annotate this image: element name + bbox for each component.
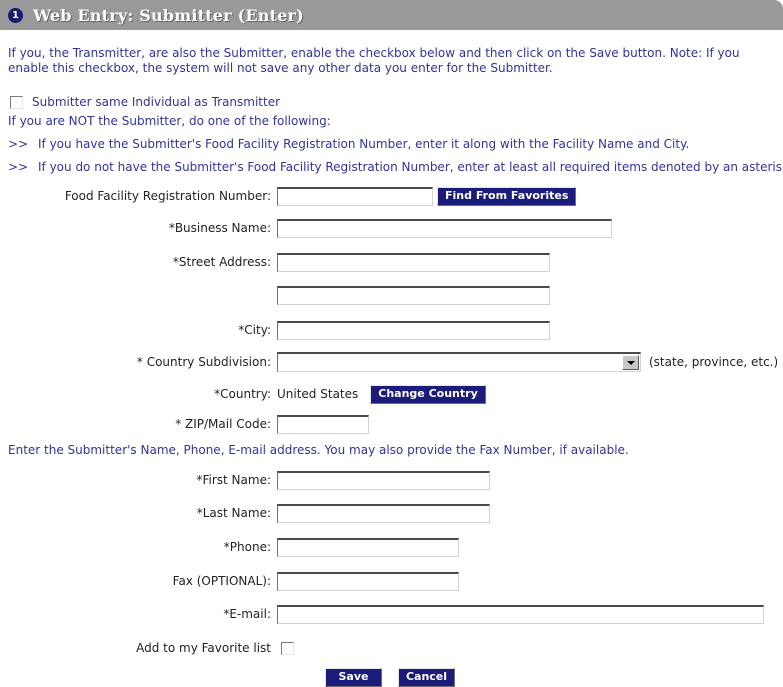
fax-input[interactable] — [277, 571, 459, 591]
name-section-instruction: Enter the Submitter's Name, Phone, E-mai… — [8, 443, 629, 457]
instruction-bullet-2: >> If you do not have the Submitter's Foo… — [8, 160, 783, 174]
first-name-input[interactable] — [277, 470, 490, 490]
last-name-label: *Last Name: — [196, 506, 271, 520]
last-name-row: *Last Name: — [0, 503, 490, 523]
email-label: *E-mail: — [223, 607, 271, 621]
phone-label: *Phone: — [223, 540, 271, 554]
email-input[interactable] — [277, 604, 764, 624]
cancel-button[interactable]: Cancel — [398, 668, 455, 687]
intro-paragraph: If you, the Transmitter, are also the Su… — [8, 46, 740, 75]
country-subdivision-label: * Country Subdivision: — [136, 355, 271, 369]
country-row: *Country: United States Change Country — [0, 384, 486, 404]
zip-mail-code-row: * ZIP/Mail Code: — [0, 414, 369, 434]
form-actions: Save Cancel — [325, 668, 455, 687]
not-submitter-line: If you are NOT the Submitter, do one of … — [8, 114, 331, 128]
zip-mail-code-label: * ZIP/Mail Code: — [175, 417, 271, 431]
street-address-2-row — [0, 285, 550, 305]
phone-row: *Phone: — [0, 537, 459, 557]
bullet-marker-icon: >> — [8, 160, 29, 174]
street-address-2-input[interactable] — [277, 285, 550, 305]
instruction-bullet-1-text: If you have the Submitter's Food Facilit… — [38, 137, 690, 151]
street-address-1-input[interactable] — [277, 252, 550, 272]
step-number-badge: 1 — [8, 7, 23, 23]
city-input[interactable] — [277, 320, 550, 340]
save-button[interactable]: Save — [325, 668, 382, 687]
street-address-1-row: *Street Address: — [0, 252, 550, 272]
registration-number-label: Food Facility Registration Number: — [64, 189, 271, 203]
first-name-label: *First Name: — [196, 473, 271, 487]
email-row: *E-mail: — [0, 604, 764, 624]
page-header-bar: 1 Web Entry: Submitter (Enter) — [0, 0, 783, 30]
submitter-same-as-transmitter-label: Submitter same Individual as Transmitter — [32, 95, 281, 109]
country-subdivision-row: * Country Subdivision: (state, province,… — [0, 352, 778, 372]
page-title: Web Entry: Submitter (Enter) — [33, 5, 304, 25]
last-name-input[interactable] — [277, 503, 490, 523]
first-name-row: *First Name: — [0, 470, 490, 490]
chevron-down-icon[interactable] — [622, 355, 639, 370]
add-to-favorites-row[interactable]: Add to my Favorite list — [0, 638, 294, 658]
country-subdivision-selected-value — [278, 354, 622, 371]
zip-mail-code-input[interactable] — [277, 414, 369, 434]
fax-label: Fax (OPTIONAL): — [172, 574, 271, 588]
change-country-button[interactable]: Change Country — [370, 384, 486, 404]
business-name-row: *Business Name: — [0, 218, 612, 238]
city-row: *City: — [0, 320, 550, 340]
instruction-bullet-1: >> If you have the Submitter's Food Facil… — [8, 137, 689, 151]
submitter-same-as-transmitter-row[interactable]: Submitter same Individual as Transmitter — [10, 95, 280, 109]
business-name-input[interactable] — [277, 218, 612, 238]
add-to-favorites-checkbox[interactable] — [281, 641, 294, 655]
instruction-bullet-2-text: If you do not have the Submitter's Food … — [38, 160, 783, 174]
phone-input[interactable] — [277, 537, 459, 557]
country-subdivision-hint: (state, province, etc.) — [649, 355, 779, 369]
bullet-marker-icon: >> — [8, 137, 29, 151]
country-value: United States — [277, 387, 359, 401]
registration-number-row: Food Facility Registration Number: Find … — [0, 186, 577, 206]
country-label: *Country: — [214, 387, 271, 401]
find-from-favorites-button[interactable]: Find From Favorites — [437, 186, 577, 206]
registration-number-input[interactable] — [277, 186, 433, 206]
business-name-label: *Business Name: — [168, 221, 271, 235]
street-address-1-label: *Street Address: — [172, 255, 271, 269]
add-to-favorites-label: Add to my Favorite list — [136, 641, 271, 655]
city-label: *City: — [238, 323, 271, 337]
fax-row: Fax (OPTIONAL): — [0, 571, 459, 591]
country-subdivision-select[interactable] — [277, 352, 641, 372]
submitter-same-as-transmitter-checkbox[interactable] — [10, 95, 23, 109]
